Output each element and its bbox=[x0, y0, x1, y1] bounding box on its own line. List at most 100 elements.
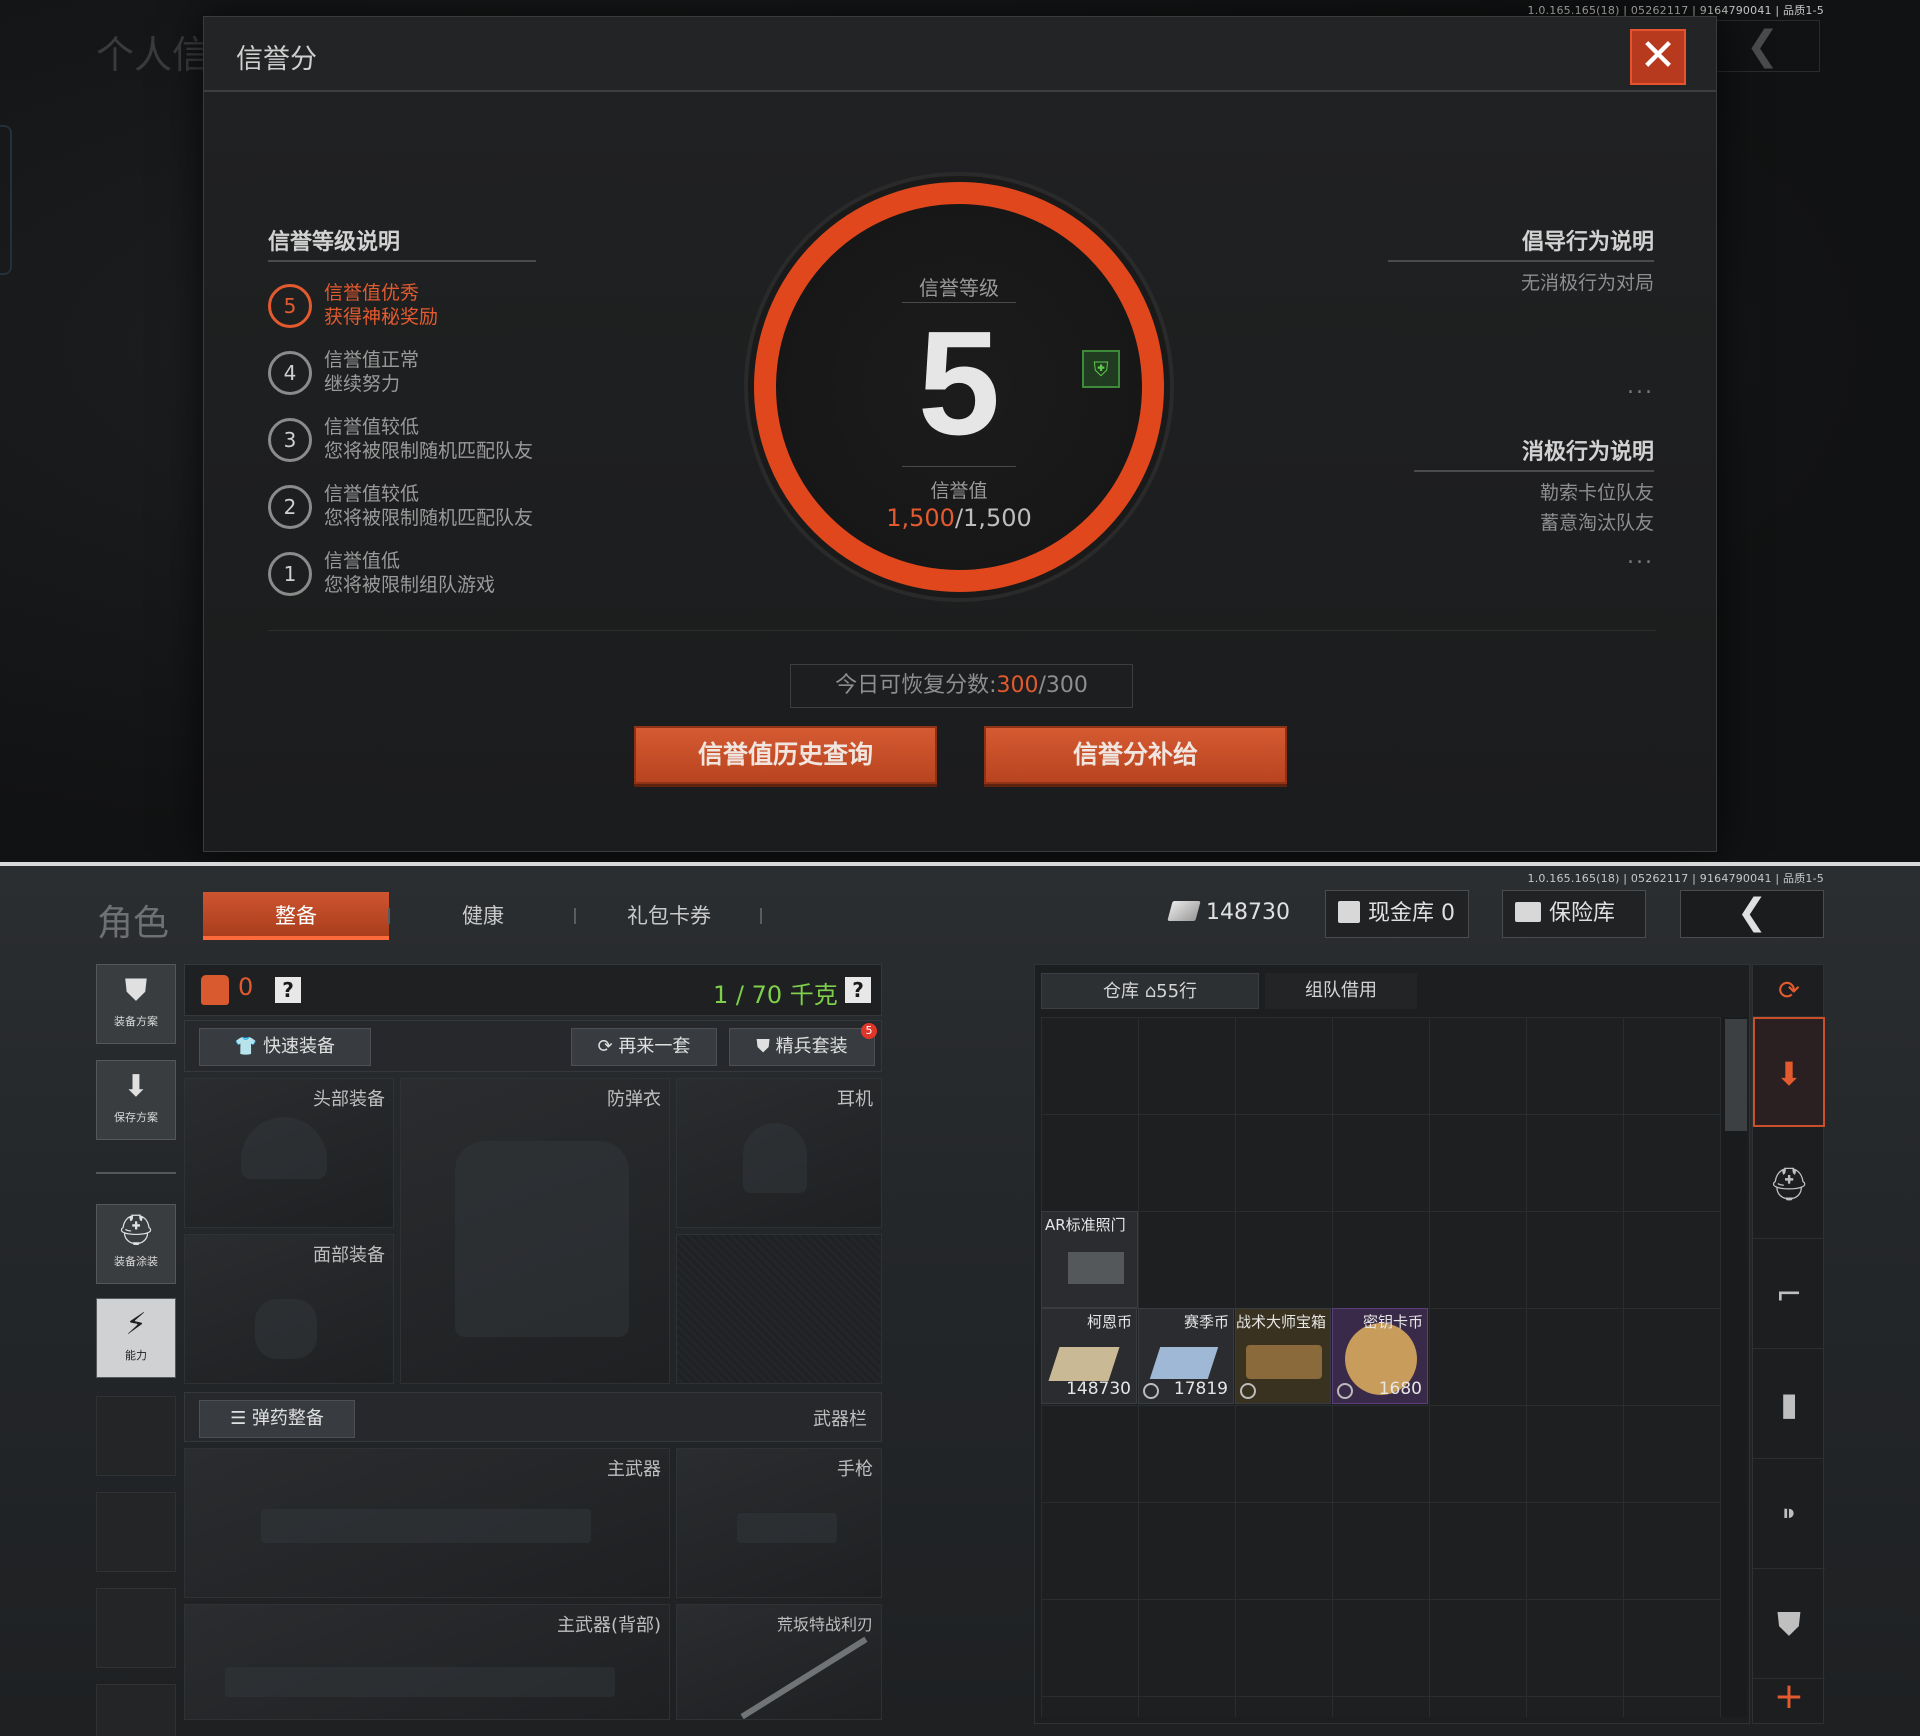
head-slot[interactable]: 头部装备 bbox=[184, 1078, 394, 1228]
vault-icon bbox=[1338, 901, 1360, 923]
quick-equip-button[interactable]: 👕 快速装备 bbox=[199, 1028, 371, 1066]
warehouse-label: 仓库 bbox=[1102, 981, 1139, 1002]
ring-value-label: 信誉值 bbox=[930, 480, 988, 502]
help-icon[interactable]: ? bbox=[845, 977, 871, 1003]
tab-prepare[interactable]: 整备 bbox=[203, 892, 389, 940]
ring-level-label: 信誉等级 bbox=[919, 276, 999, 300]
level-row-2: 2 信誉值较低 您将被限制随机匹配队友 bbox=[268, 479, 588, 535]
inventory-item[interactable]: 赛季币 17819 bbox=[1138, 1308, 1234, 1404]
level-title: 信誉值低 bbox=[324, 550, 401, 572]
pistol-icon bbox=[737, 1513, 837, 1543]
plus-icon[interactable]: + bbox=[1753, 1669, 1825, 1725]
inventory-item[interactable]: 战术大师宝箱 bbox=[1235, 1308, 1331, 1404]
modal-header: 信誉分 ✕ bbox=[204, 17, 1716, 92]
rifle-icon[interactable]: ⌐ bbox=[1753, 1239, 1825, 1349]
save-plan-button[interactable]: ⬇ 保存方案 bbox=[96, 1060, 176, 1140]
level-title: 信誉值正常 bbox=[324, 349, 420, 371]
magazine-icon[interactable]: ▮ bbox=[1753, 1349, 1825, 1459]
face-slot[interactable]: 面部装备 bbox=[184, 1234, 394, 1384]
vest-icon[interactable]: ⛊ bbox=[1753, 1569, 1825, 1679]
weight-display: 1 / 70 千克 bbox=[713, 981, 838, 1009]
weapon-bar-label: 武器栏 bbox=[813, 1409, 867, 1430]
bullet-icon[interactable]: ⁍ bbox=[1753, 1459, 1825, 1569]
more-ellipsis[interactable]: ... bbox=[1627, 544, 1654, 569]
credit-level-ring: 信誉等级 5 ⛨ 信誉值 1,500/1,500 bbox=[754, 182, 1164, 592]
slot-label: 手枪 bbox=[837, 1459, 873, 1480]
category-sidebar: ⟳ ⬇ ⛑ ⌐ ▮ ⁍ ⛊ + bbox=[1752, 964, 1825, 1725]
recover-counter: 今日可恢复分数:300/300 bbox=[790, 664, 1133, 708]
ammo-label: 弹药整备 bbox=[251, 1408, 324, 1429]
negative-section: 消极行为说明 bbox=[1522, 434, 1654, 466]
melee-slot[interactable]: 荒坂特战利刃 bbox=[676, 1604, 882, 1720]
safe-vault-button[interactable]: 保险库 bbox=[1502, 890, 1646, 938]
scroll-thumb[interactable] bbox=[1725, 1019, 1747, 1131]
cash-vault-label: 现金库 0 bbox=[1368, 901, 1455, 926]
equip-plan-button[interactable]: ⛊ 装备方案 bbox=[96, 964, 176, 1044]
currency-display: 148730 bbox=[1158, 890, 1294, 938]
equipment-panel: 0 ? 1 / 70 千克 ? 👕 快速装备 ⟳ 再来一套 ⛊ 精兵套装 5 头… bbox=[184, 964, 882, 1736]
level-row-4: 4 信誉值正常 继续努力 bbox=[268, 345, 588, 401]
armor-icon bbox=[455, 1141, 629, 1337]
quick-equip-label: 快速装备 bbox=[263, 1036, 336, 1057]
inventory-item[interactable]: 柯恩币 148730 bbox=[1041, 1308, 1137, 1404]
warehouse-panel: 仓库 ⌂55行 组队借用 AR标准照门 柯恩币 148730 赛季币 17819… bbox=[1034, 964, 1750, 1724]
knife-icon bbox=[740, 1636, 868, 1719]
armor-slot[interactable]: 防弹衣 bbox=[400, 1078, 670, 1384]
tab-warehouse[interactable]: 仓库 ⌂55行 bbox=[1041, 973, 1259, 1009]
locked-slot bbox=[676, 1234, 882, 1384]
divider bbox=[902, 466, 1016, 467]
bottom-screen: 1.0.165.165(18) | 05262117 | 9164790041 … bbox=[0, 866, 1920, 1736]
background-edge bbox=[0, 125, 12, 275]
level-row-3: 3 信誉值较低 您将被限制随机匹配队友 bbox=[268, 412, 588, 468]
elite-label: 精兵套装 bbox=[775, 1036, 848, 1057]
negative-item: 蓄意淘汰队友 bbox=[1539, 512, 1654, 534]
primary-weapon-slot[interactable]: 主武器 bbox=[184, 1448, 670, 1598]
background-back-button: ❮ bbox=[1705, 20, 1820, 72]
ability-button[interactable]: ⚡ 能力 bbox=[96, 1298, 176, 1378]
inventory-scrollbar[interactable] bbox=[1721, 1017, 1747, 1717]
stack-download-icon[interactable]: ⬇ bbox=[1753, 1017, 1825, 1127]
stack-refresh-icon[interactable]: ⟳ bbox=[1753, 965, 1825, 1017]
side-button-label: 保存方案 bbox=[114, 1111, 158, 1124]
cash-vault-button[interactable]: 现金库 0 bbox=[1325, 890, 1469, 938]
slot-label: 面部装备 bbox=[313, 1245, 385, 1266]
item-quantity: 17819 bbox=[1173, 1379, 1228, 1399]
encourage-list: 无消极行为对局 bbox=[1521, 260, 1654, 298]
credit-value: 1,500/1,500 bbox=[776, 504, 1142, 532]
inventory-item[interactable]: 密钥卡币 1680 bbox=[1332, 1308, 1428, 1404]
back-button[interactable]: ❮ bbox=[1680, 890, 1824, 938]
help-icon[interactable]: ? bbox=[275, 977, 301, 1003]
pistol-slot[interactable]: 手枪 bbox=[676, 1448, 882, 1598]
tab-health[interactable]: 健康 bbox=[390, 892, 576, 940]
helmet-icon[interactable]: ⛑ bbox=[1753, 1129, 1825, 1239]
credit-supply-button[interactable]: 信誉分补给 bbox=[984, 726, 1287, 784]
more-ellipsis[interactable]: ... bbox=[1627, 374, 1654, 399]
elite-set-button[interactable]: ⛊ 精兵套装 bbox=[729, 1028, 875, 1066]
tab-team-borrow[interactable]: 组队借用 bbox=[1265, 973, 1417, 1009]
equip-again-button[interactable]: ⟳ 再来一套 bbox=[571, 1028, 717, 1066]
level-title: 信誉值较低 bbox=[324, 416, 420, 438]
level-badge: 2 bbox=[268, 485, 312, 529]
sight-icon bbox=[1068, 1252, 1124, 1284]
slot-label: 耳机 bbox=[837, 1089, 873, 1110]
encourage-item: 无消极行为对局 bbox=[1520, 272, 1654, 294]
history-query-button[interactable]: 信誉值历史查询 bbox=[634, 726, 937, 784]
close-button[interactable]: ✕ bbox=[1630, 29, 1686, 85]
tab-gift-cards[interactable]: 礼包卡券 bbox=[576, 892, 762, 940]
recover-label: 今日可恢复分数: bbox=[835, 673, 997, 698]
equip-paint-button[interactable]: ⛑ 装备涂装 bbox=[96, 1204, 176, 1284]
level-desc: 您将被限制随机匹配队友 bbox=[324, 507, 534, 529]
item-name: 柯恩币 bbox=[1086, 1313, 1132, 1331]
primary-back-slot[interactable]: 主武器(背部) bbox=[184, 1604, 670, 1720]
currency-value: 148730 bbox=[1206, 900, 1290, 925]
shield-badge-icon[interactable]: ⛨ bbox=[1082, 350, 1120, 388]
headset-icon bbox=[743, 1123, 807, 1193]
item-name: 密钥卡币 bbox=[1362, 1313, 1423, 1331]
empty-slot bbox=[96, 1492, 176, 1572]
ammo-prepare-button[interactable]: ☰ 弹药整备 bbox=[199, 1400, 355, 1438]
headset-slot[interactable]: 耳机 bbox=[676, 1078, 882, 1228]
side-button-label: 能力 bbox=[125, 1349, 147, 1362]
slot-label: 荒坂特战利刃 bbox=[776, 1615, 873, 1634]
inventory-item[interactable]: AR标准照门 bbox=[1041, 1211, 1138, 1308]
cash-stack-icon bbox=[1048, 1347, 1120, 1381]
